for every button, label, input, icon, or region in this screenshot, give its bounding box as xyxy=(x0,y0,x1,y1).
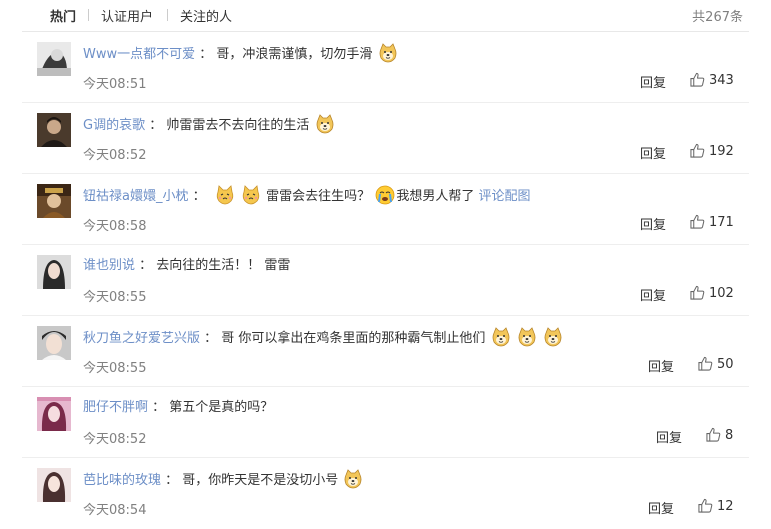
comment-username[interactable]: Www一点都不可爱 xyxy=(83,47,195,62)
like-button[interactable]: 192 xyxy=(690,143,734,163)
like-button[interactable]: 343 xyxy=(690,72,734,92)
cat-icon xyxy=(241,185,261,205)
like-count: 8 xyxy=(725,428,734,443)
tab-separator xyxy=(167,9,168,21)
like-count: 50 xyxy=(717,357,734,372)
thumbs-up-icon xyxy=(706,427,721,446)
comment-content: 芭比味的玫瑰 ： 哥，你昨天是不是没切小号 xyxy=(83,469,364,493)
comment-content: 谁也别说 ： 去向往的生活！！ 雷雷 xyxy=(83,258,291,273)
comment-username[interactable]: 秋刀鱼之好爱艺兴版 xyxy=(83,331,200,346)
doge-icon xyxy=(543,327,563,347)
comment-text: 我想男人帮了 xyxy=(396,189,475,204)
comment-content: 肥仔不胖啊 ： 第五个是真的吗？ xyxy=(83,400,274,415)
thumbs-up-icon xyxy=(698,356,713,375)
avatar[interactable] xyxy=(37,397,71,431)
comment-item: G调的哀歌 ： 帅雷雷去不去向往的生活 今天08:52 回复 192 xyxy=(0,103,771,174)
thumbs-up-icon xyxy=(698,498,713,517)
tab-hot[interactable]: 热门 xyxy=(50,6,76,25)
thumbs-up-icon xyxy=(690,285,705,304)
doge-icon xyxy=(343,469,363,489)
crying-face-icon xyxy=(375,185,395,205)
comment-item: Www一点都不可爱 ： 哥，冲浪需谨慎，切勿手滑 今天08:51 回复 343 xyxy=(0,32,771,103)
reply-button[interactable]: 回复 xyxy=(648,356,674,375)
comment-content: Www一点都不可爱 ： 哥，冲浪需谨慎，切勿手滑 xyxy=(83,43,399,67)
like-count: 102 xyxy=(709,286,734,301)
comment-tabs: 热门 认证用户 关注的人 共267条 xyxy=(0,0,771,30)
doge-icon xyxy=(315,114,335,134)
comment-time: 今天08:54 xyxy=(83,503,147,518)
reply-button[interactable]: 回复 xyxy=(640,72,666,91)
reply-button[interactable]: 回复 xyxy=(640,285,666,304)
avatar[interactable] xyxy=(37,42,71,76)
comment-content: 秋刀鱼之好爱艺兴版 ： 哥 你可以拿出在鸡条里面的那种霸气制止他们 xyxy=(83,327,564,351)
comment-total-count: 共267条 xyxy=(692,10,743,25)
avatar[interactable] xyxy=(37,255,71,289)
comment-text: 哥，你昨天是不是没切小号 xyxy=(182,473,339,488)
comment-username[interactable]: 肥仔不胖啊 xyxy=(83,400,148,415)
doge-icon xyxy=(378,43,398,63)
comment-item: 谁也别说 ： 去向往的生活！！ 雷雷 今天08:55 回复 102 xyxy=(0,245,771,316)
comment-time: 今天08:55 xyxy=(83,361,147,376)
avatar[interactable] xyxy=(37,468,71,502)
tab-separator xyxy=(88,9,89,21)
comment-username[interactable]: 芭比味的玫瑰 xyxy=(83,473,161,488)
like-button[interactable]: 12 xyxy=(698,498,734,518)
reply-button[interactable]: 回复 xyxy=(640,214,666,233)
reply-button[interactable]: 回复 xyxy=(640,143,666,162)
avatar[interactable] xyxy=(37,184,71,218)
like-button[interactable]: 50 xyxy=(698,356,734,376)
comment-text: 帅雷雷去不去向往的生活 xyxy=(166,118,310,133)
like-count: 171 xyxy=(709,215,734,230)
tab-verified-users[interactable]: 认证用户 xyxy=(101,6,153,25)
tab-following[interactable]: 关注的人 xyxy=(180,6,232,25)
doge-icon xyxy=(517,327,537,347)
like-count: 12 xyxy=(717,499,734,514)
comment-text: 雷雷会去往生吗？ xyxy=(266,189,371,204)
comment-item: 钮祜禄a嬛嬛_小枕 ： 雷雷会去往生吗？ 我想男人帮了 评论配图 今天08:58… xyxy=(0,174,771,245)
comment-time: 今天08:51 xyxy=(83,77,147,92)
view-comment-image-link[interactable]: 评论配图 xyxy=(478,189,530,204)
comment-content: G调的哀歌 ： 帅雷雷去不去向往的生活 xyxy=(83,114,336,138)
comment-text: 第五个是真的吗？ xyxy=(169,400,274,415)
comment-item: 秋刀鱼之好爱艺兴版 ： 哥 你可以拿出在鸡条里面的那种霸气制止他们 今天08:5… xyxy=(0,316,771,387)
comment-item: 肥仔不胖啊 ： 第五个是真的吗？ 今天08:52 回复 8 xyxy=(0,387,771,458)
avatar[interactable] xyxy=(37,113,71,147)
like-button[interactable]: 8 xyxy=(706,427,733,447)
thumbs-up-icon xyxy=(690,143,705,162)
comment-time: 今天08:58 xyxy=(83,219,147,234)
comment-time: 今天08:52 xyxy=(83,432,147,447)
comment-text: 哥，冲浪需谨慎，切勿手滑 xyxy=(216,47,373,62)
like-button[interactable]: 171 xyxy=(690,214,734,234)
like-count: 343 xyxy=(709,73,734,88)
doge-icon xyxy=(491,327,511,347)
avatar[interactable] xyxy=(37,326,71,360)
comment-text: 去向往的生活！！ 雷雷 xyxy=(156,258,291,273)
reply-button[interactable]: 回复 xyxy=(648,498,674,517)
comment-username[interactable]: 谁也别说 xyxy=(83,258,135,273)
cat-icon xyxy=(215,185,235,205)
comment-time: 今天08:55 xyxy=(83,290,147,305)
reply-button[interactable]: 回复 xyxy=(656,427,682,446)
like-button[interactable]: 102 xyxy=(690,285,734,305)
comment-username[interactable]: G调的哀歌 xyxy=(83,118,145,133)
thumbs-up-icon xyxy=(690,72,705,91)
like-count: 192 xyxy=(709,144,734,159)
thumbs-up-icon xyxy=(690,214,705,233)
comment-time: 今天08:52 xyxy=(83,148,147,163)
comment-item: 芭比味的玫瑰 ： 哥，你昨天是不是没切小号 今天08:54 回复 12 xyxy=(0,458,771,529)
comment-username[interactable]: 钮祜禄a嬛嬛_小枕 xyxy=(83,189,188,204)
comment-content: 钮祜禄a嬛嬛_小枕 ： 雷雷会去往生吗？ 我想男人帮了 评论配图 xyxy=(83,185,530,209)
comment-text: 哥 你可以拿出在鸡条里面的那种霸气制止他们 xyxy=(221,331,486,346)
